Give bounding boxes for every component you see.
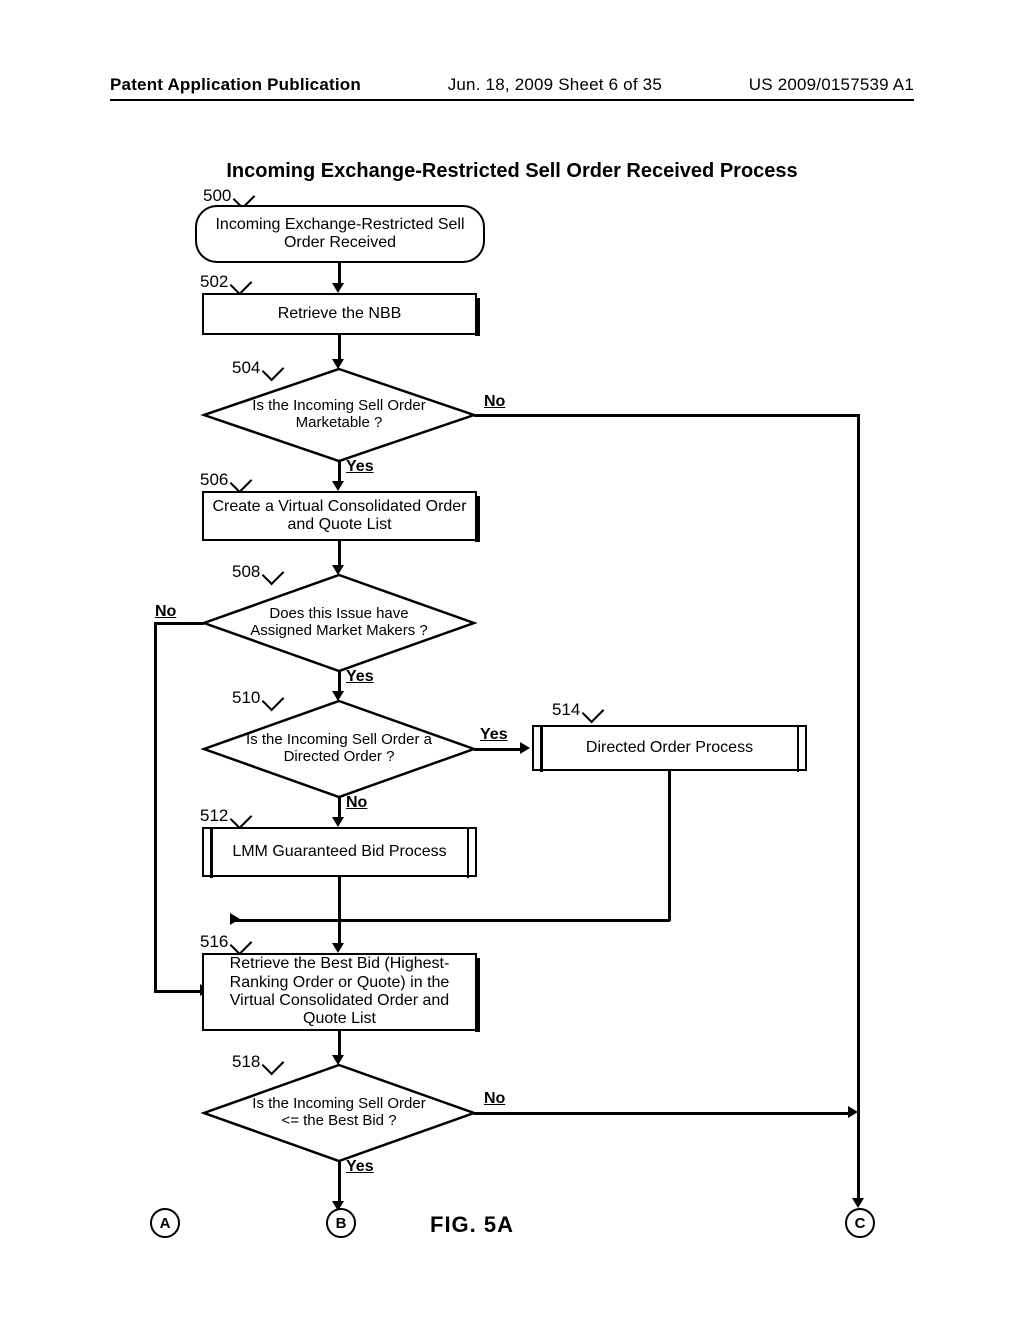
arrow-icon	[332, 1055, 344, 1065]
edge	[474, 748, 522, 751]
edge	[154, 622, 157, 992]
edge-label-no: No	[155, 603, 176, 621]
node-516-text: Retrieve the Best Bid (Highest-Ranking O…	[210, 955, 469, 1029]
arrow-icon	[520, 742, 530, 754]
node-512-text: LMM Guaranteed Bid Process	[232, 843, 446, 861]
edge-label-yes: Yes	[346, 668, 374, 686]
arrow-icon	[332, 817, 344, 827]
arrow-icon	[230, 913, 240, 925]
header-middle: Jun. 18, 2009 Sheet 6 of 35	[361, 75, 749, 95]
edge-label-no: No	[484, 1090, 505, 1108]
edge	[338, 1031, 341, 1057]
edge-label-no: No	[484, 393, 505, 411]
node-506-process: Create a Virtual Consolidated Order and …	[202, 491, 477, 541]
edge	[338, 919, 341, 945]
node-506-text: Create a Virtual Consolidated Order and …	[210, 498, 469, 535]
arrow-icon	[332, 565, 344, 575]
edge	[338, 797, 341, 819]
header-right: US 2009/0157539 A1	[749, 75, 914, 95]
ref-502: 502	[200, 272, 250, 292]
edge	[474, 1112, 850, 1115]
edge	[474, 414, 860, 417]
node-508-text: Does this Issue have Assigned Market Mak…	[204, 606, 474, 640]
edge	[338, 541, 341, 567]
page-header: Patent Application Publication Jun. 18, …	[110, 75, 914, 101]
node-516-process: Retrieve the Best Bid (Highest-Ranking O…	[202, 953, 477, 1031]
node-start-terminator: Incoming Exchange-Restricted Sell Order …	[195, 205, 485, 263]
arrow-icon	[848, 1106, 858, 1118]
node-518-text: Is the Incoming Sell Order <= the Best B…	[204, 1096, 474, 1130]
ref-506: 506	[200, 470, 250, 490]
ref-514: 514	[552, 700, 602, 720]
node-518-decision: Is the Incoming Sell Order <= the Best B…	[204, 1065, 474, 1161]
patent-figure-page: Patent Application Publication Jun. 18, …	[0, 0, 1024, 1320]
node-512-subprocess: LMM Guaranteed Bid Process	[202, 827, 477, 877]
arrow-icon	[332, 283, 344, 293]
connector-b: B	[326, 1208, 356, 1238]
edge	[338, 671, 341, 693]
edge-label-yes: Yes	[346, 458, 374, 476]
ref-512: 512	[200, 806, 250, 826]
edge	[857, 414, 860, 1204]
edge	[338, 877, 341, 922]
node-514-text: Directed Order Process	[586, 739, 753, 757]
node-510-text: Is the Incoming Sell Order a Directed Or…	[204, 732, 474, 766]
edge	[154, 990, 202, 993]
figure-label: FIG. 5A	[430, 1212, 514, 1238]
figure-title: Incoming Exchange-Restricted Sell Order …	[0, 160, 1024, 183]
edge-label-no: No	[346, 794, 367, 812]
node-502-process: Retrieve the NBB	[202, 293, 477, 335]
node-start-text: Incoming Exchange-Restricted Sell Order …	[215, 216, 465, 253]
edge	[668, 771, 671, 921]
node-508-decision: Does this Issue have Assigned Market Mak…	[204, 575, 474, 671]
node-514-subprocess: Directed Order Process	[532, 725, 807, 771]
header-left: Patent Application Publication	[110, 75, 361, 95]
edge	[338, 263, 341, 285]
edge	[338, 335, 341, 361]
connector-a: A	[150, 1208, 180, 1238]
arrow-icon	[332, 481, 344, 491]
arrow-icon	[332, 359, 344, 369]
edge	[338, 1161, 341, 1203]
ref-516: 516	[200, 932, 250, 952]
arrow-icon	[332, 943, 344, 953]
node-502-text: Retrieve the NBB	[278, 305, 402, 323]
ref-500: 500	[203, 186, 253, 206]
node-504-text: Is the Incoming Sell Order Marketable ?	[204, 398, 474, 432]
connector-c: C	[845, 1208, 875, 1238]
node-510-decision: Is the Incoming Sell Order a Directed Or…	[204, 701, 474, 797]
edge	[230, 919, 340, 922]
edge	[338, 461, 341, 483]
edge-label-yes: Yes	[480, 726, 508, 744]
edge	[154, 622, 204, 625]
node-504-decision: Is the Incoming Sell Order Marketable ?	[204, 369, 474, 461]
edge-label-yes: Yes	[346, 1158, 374, 1176]
arrow-icon	[332, 691, 344, 701]
edge	[340, 919, 670, 922]
arrow-icon	[852, 1198, 864, 1208]
